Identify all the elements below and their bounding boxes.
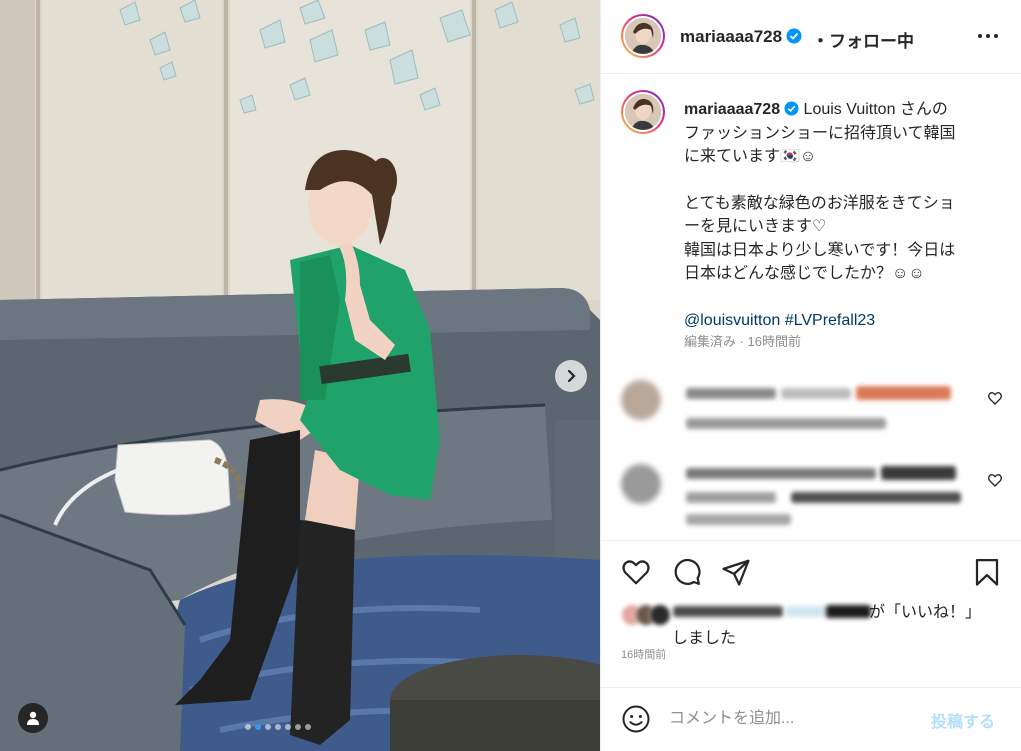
post-header: mariaaaa728 ・フォロー中 — [601, 0, 1021, 74]
caption-line: 韓国は日本より少し寒いです！今日は — [684, 241, 956, 259]
avatar[interactable] — [621, 14, 665, 58]
following-button[interactable]: ・フォロー中 — [812, 27, 914, 52]
blurred-text — [673, 606, 783, 617]
comment-item — [601, 376, 1021, 446]
like-heart-icon[interactable] — [621, 557, 651, 587]
comment-like-icon[interactable] — [987, 472, 1003, 488]
chevron-right-icon — [567, 369, 576, 383]
carousel-next-button[interactable] — [555, 360, 587, 392]
verified-badge-icon — [786, 28, 802, 44]
blurred-emoji — [856, 386, 951, 400]
caption-meta: 編集済み · 16時間前 — [684, 334, 802, 349]
post-timestamp[interactable]: 16時間前 — [621, 646, 666, 662]
blurred-text — [686, 418, 886, 429]
post-side-panel: mariaaaa728 ・フォロー中 mariaaaa728 Louis Vui… — [600, 0, 1021, 751]
share-send-icon[interactable] — [721, 557, 751, 587]
caption-line: ーを見にいきます♡ — [684, 218, 827, 235]
caption-tags[interactable]: @louisvuitton #LVPrefall23 — [684, 309, 1004, 333]
carousel-dot — [295, 724, 301, 730]
username-link[interactable]: mariaaaa728 — [680, 27, 802, 47]
separator: ・ — [812, 32, 829, 51]
more-options-button[interactable] — [973, 24, 1003, 48]
comment-input[interactable] — [669, 706, 909, 732]
caption-line: に来ています🇰🇷☺︎ — [684, 148, 817, 165]
avatar-image — [625, 94, 661, 130]
post-photo[interactable] — [0, 0, 600, 751]
add-comment-bar: 投稿する — [601, 687, 1021, 751]
liker-avatar — [649, 604, 671, 626]
caption-avatar[interactable] — [621, 90, 665, 134]
caption-line: 日本はどんな感じでしたか？☺︎☺︎ — [684, 265, 925, 282]
caption-line: ファッションショーに招待頂いて韓国 — [684, 124, 956, 142]
blurred-text — [781, 388, 851, 399]
carousel-dot — [305, 724, 311, 730]
more-horizontal-icon — [978, 34, 998, 38]
blurred-text — [686, 468, 876, 479]
post-comment-button[interactable]: 投稿する — [931, 708, 995, 732]
liked-by-text-line2: しました — [672, 630, 737, 647]
caption-text: mariaaaa728 Louis Vuitton さんの ファッションショーに… — [684, 98, 1004, 332]
blurred-text — [686, 514, 791, 525]
liked-by-text: が「いいね！」 — [869, 604, 982, 621]
carousel-dot — [265, 724, 271, 730]
post-actions: が「いいね！」 しました 16時間前 — [601, 540, 1021, 665]
comment-avatar[interactable] — [621, 464, 661, 504]
comment-avatar[interactable] — [621, 380, 661, 420]
blurred-text — [881, 466, 956, 480]
following-label: フォロー中 — [829, 32, 914, 51]
blurred-text — [686, 388, 776, 399]
post-image — [0, 0, 600, 751]
caption-line: とても素敵な緑色のお洋服をきてショ — [684, 194, 955, 212]
carousel-dot — [275, 724, 281, 730]
blurred-text — [791, 492, 961, 503]
carousel-dot-active — [255, 724, 261, 730]
comment-bubble-icon[interactable] — [672, 557, 702, 587]
blurred-text — [786, 606, 826, 617]
tagged-users-button[interactable] — [18, 703, 48, 733]
bookmark-icon[interactable] — [972, 557, 1002, 587]
comment-like-icon[interactable] — [987, 390, 1003, 406]
carousel-dot — [285, 724, 291, 730]
caption-username[interactable]: mariaaaa728 — [684, 101, 780, 118]
comment-item — [601, 462, 1021, 534]
carousel-dot — [245, 724, 251, 730]
post-caption: mariaaaa728 Louis Vuitton さんの ファッションショーに… — [601, 74, 1021, 354]
blurred-text — [686, 492, 776, 503]
emoji-icon[interactable] — [621, 704, 651, 734]
carousel-indicator — [245, 724, 311, 730]
avatar-image — [625, 18, 661, 54]
user-icon — [27, 711, 39, 725]
username-text: mariaaaa728 — [680, 27, 783, 46]
blurred-text — [826, 605, 871, 618]
verified-badge-icon — [784, 101, 799, 116]
caption-line: Louis Vuitton さんの — [803, 101, 948, 118]
